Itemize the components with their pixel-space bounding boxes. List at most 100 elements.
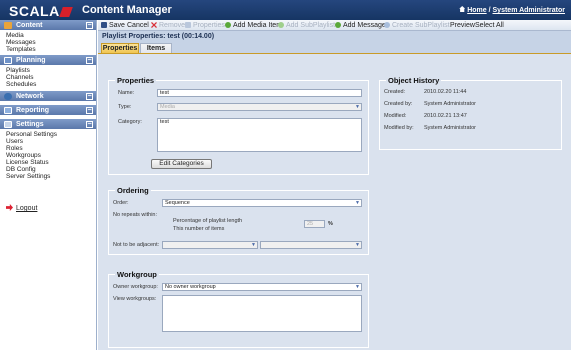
sidebar-item-server-settings[interactable]: Server Settings xyxy=(6,173,96,180)
sidebar-item-playlists[interactable]: Playlists xyxy=(6,67,96,74)
section-title: Planning xyxy=(16,57,46,64)
sidebar-item-personal-settings[interactable]: Personal Settings xyxy=(6,131,96,138)
add-message-button[interactable]: Add Message xyxy=(335,22,386,30)
chevron-down-icon: ▼ xyxy=(251,242,256,248)
no-repeats-label: No repeats within: xyxy=(113,212,158,218)
settings-icon xyxy=(4,121,12,128)
properties-icon xyxy=(185,22,191,28)
section-title: Content xyxy=(16,22,43,29)
app-title: Content Manager xyxy=(82,4,172,16)
tab-items[interactable]: Items xyxy=(140,43,172,53)
section-title: Network xyxy=(16,93,44,100)
sidebar-header-settings[interactable]: Settings − xyxy=(0,119,96,130)
history-value: System Administrator xyxy=(424,101,476,107)
sidebar-section-settings: Settings − Personal Settings Users Roles… xyxy=(0,119,96,182)
create-subplaylist-icon xyxy=(384,22,390,28)
owner-workgroup-select[interactable]: No owner workgroup ▼ xyxy=(162,283,362,291)
preview-button[interactable]: Preview xyxy=(450,22,475,30)
home-link[interactable]: Home xyxy=(467,7,486,14)
sidebar-item-media[interactable]: Media xyxy=(6,32,96,39)
items-option-label: This number of items xyxy=(173,226,225,232)
name-field[interactable]: test xyxy=(157,89,362,97)
sidebar-item-users[interactable]: Users xyxy=(6,138,96,145)
sidebar-section-network: Network − xyxy=(0,91,96,102)
sidebar-item-workgroups[interactable]: Workgroups xyxy=(6,152,96,159)
object-history-fieldset: Object History Created: 2010.02.20 11:44… xyxy=(379,76,562,150)
sidebar-header-content[interactable]: Content − xyxy=(0,20,96,31)
history-value: System Administrator xyxy=(424,125,476,131)
collapse-icon[interactable]: − xyxy=(86,57,93,64)
add-media-icon xyxy=(225,22,231,28)
sidebar-section-reporting: Reporting − xyxy=(0,105,96,116)
order-select[interactable]: Sequence ▼ xyxy=(162,199,362,207)
collapse-icon[interactable]: − xyxy=(86,121,93,128)
edit-categories-button[interactable]: Edit Categories xyxy=(151,159,212,169)
view-workgroups-label: View workgroups: xyxy=(113,296,157,302)
not-adjacent-select-2[interactable]: ▼ xyxy=(260,241,362,249)
add-message-icon xyxy=(335,22,341,28)
workgroup-fieldset: Workgroup Owner workgroup: No owner work… xyxy=(108,270,369,348)
properties-content: Properties Name: test Type: Media ▼ Categ… xyxy=(98,53,571,350)
history-label: Modified: xyxy=(384,113,407,119)
top-links: Home / System Administrator xyxy=(459,6,565,14)
properties-button[interactable]: Properties xyxy=(185,22,225,30)
remove-button[interactable]: Remove xyxy=(151,22,185,30)
sidebar-item-schedules[interactable]: Schedules xyxy=(6,81,96,88)
create-subplaylist-button[interactable]: Create SubPlaylist xyxy=(384,22,450,30)
add-subplaylist-icon xyxy=(278,22,284,28)
select-all-button[interactable]: Select All xyxy=(475,22,504,30)
cancel-button[interactable]: Cancel xyxy=(127,22,149,30)
sidebar-header-reporting[interactable]: Reporting − xyxy=(0,105,96,116)
properties-fieldset: Properties Name: test Type: Media ▼ Categ… xyxy=(108,76,369,175)
sidebar-section-content: Content − Media Messages Templates xyxy=(0,20,96,55)
collapse-icon[interactable]: − xyxy=(86,22,93,29)
history-value: 2010.02.20 11:44 xyxy=(424,89,467,95)
not-adjacent-select-1[interactable]: ▼ xyxy=(162,241,258,249)
properties-legend: Properties xyxy=(115,76,157,85)
save-button[interactable]: Save xyxy=(101,22,125,30)
order-label: Order: xyxy=(113,200,129,206)
brand-mark-icon xyxy=(58,7,73,17)
percent-unit: % xyxy=(328,221,333,227)
sidebar-item-templates[interactable]: Templates xyxy=(6,46,96,53)
type-select[interactable]: Media ▼ xyxy=(157,103,362,111)
link-separator: / xyxy=(488,7,491,14)
chevron-down-icon: ▼ xyxy=(355,200,360,206)
add-media-item-button[interactable]: Add Media Item xyxy=(225,22,282,30)
category-list[interactable]: test xyxy=(157,118,362,152)
toolbar: Save Cancel Remove Properties Add Media … xyxy=(98,20,571,31)
tab-properties[interactable]: Properties xyxy=(101,43,139,53)
sidebar-item-db-config[interactable]: DB Config xyxy=(6,166,96,173)
chevron-down-icon: ▼ xyxy=(355,104,360,110)
percentage-input[interactable]: 25 xyxy=(304,220,325,228)
add-subplaylist-button[interactable]: Add SubPlaylist xyxy=(278,22,335,30)
logout-link[interactable]: Logout xyxy=(6,204,37,212)
sidebar-item-license-status[interactable]: License Status xyxy=(6,159,96,166)
sidebar-header-network[interactable]: Network − xyxy=(0,91,96,102)
collapse-icon[interactable]: − xyxy=(86,93,93,100)
chevron-down-icon: ▼ xyxy=(355,284,360,290)
ordering-legend: Ordering xyxy=(115,186,151,195)
owner-workgroup-value: No owner workgroup xyxy=(165,284,216,290)
page-title: Playlist Properties: test (00:14.00) xyxy=(102,33,215,40)
logout-label: Logout xyxy=(16,205,38,212)
owner-workgroup-label: Owner workgroup: xyxy=(113,284,158,290)
sidebar-section-planning: Planning − Playlists Channels Schedules xyxy=(0,55,96,90)
collapse-icon[interactable]: − xyxy=(86,107,93,114)
sidebar-item-roles[interactable]: Roles xyxy=(6,145,96,152)
sidebar: Content − Media Messages Templates Plann… xyxy=(0,20,97,350)
network-icon xyxy=(4,93,12,100)
main-panel: Playlist Properties: test (00:14.00) Pro… xyxy=(98,31,571,350)
content-icon xyxy=(4,22,12,29)
tab-bar: Properties Items xyxy=(98,42,571,53)
sidebar-item-messages[interactable]: Messages xyxy=(6,39,96,46)
section-title: Settings xyxy=(16,121,44,128)
sidebar-header-planning[interactable]: Planning − xyxy=(0,55,96,66)
type-label: Type: xyxy=(118,104,132,110)
view-workgroups-list[interactable] xyxy=(162,295,362,332)
sidebar-item-channels[interactable]: Channels xyxy=(6,74,96,81)
chevron-down-icon: ▼ xyxy=(355,242,360,248)
user-link[interactable]: System Administrator xyxy=(493,7,565,14)
percentage-option-label: Percentage of playlist length xyxy=(173,218,243,224)
save-icon xyxy=(101,22,107,28)
